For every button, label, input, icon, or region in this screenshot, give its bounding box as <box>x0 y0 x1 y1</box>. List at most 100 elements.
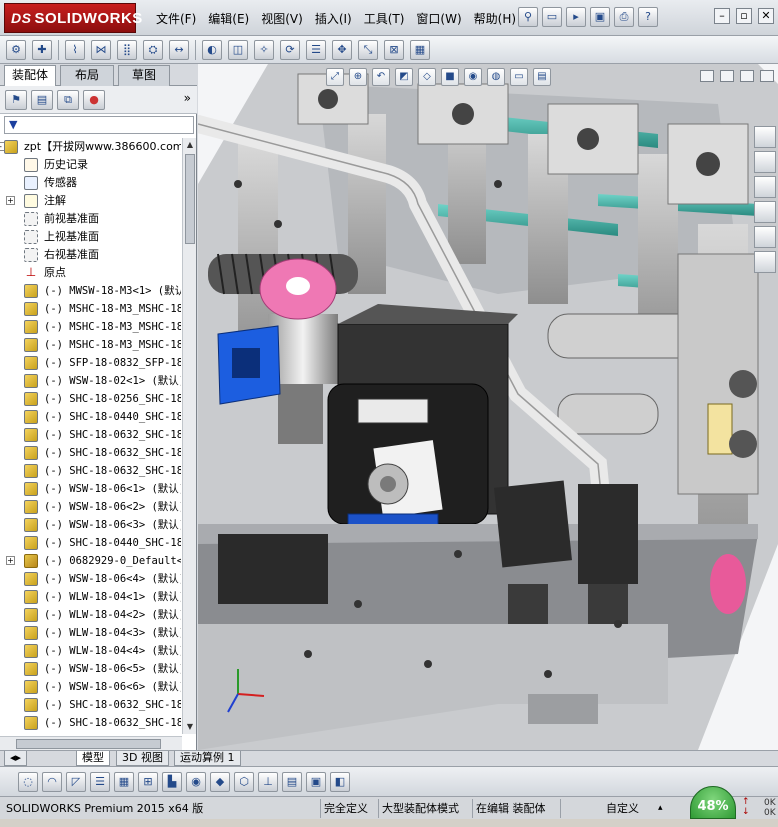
tree-item[interactable]: (-) SFP-18-0832_SFP-18- <box>0 354 181 372</box>
design-library-icon[interactable] <box>754 151 776 173</box>
large-assembly-mode-status[interactable]: 大型装配体模式 <box>382 800 459 817</box>
reference-geometry-icon[interactable]: ✧ <box>254 39 274 60</box>
tree-item[interactable]: (-) WSW-18-06<3> (默认) <box>0 516 181 534</box>
tree-item[interactable]: (-) MSHC-18-M3_MSHC-18- <box>0 300 181 318</box>
tab-model[interactable]: 模型 <box>76 751 110 766</box>
viewport-split-icon[interactable] <box>720 70 734 82</box>
scroll-thumb[interactable] <box>185 154 195 244</box>
close-icon[interactable]: ✕ <box>758 8 774 24</box>
tab-layout[interactable]: 布局 <box>60 65 114 86</box>
tree-item[interactable]: (-) MSHC-18-M3_MSHC-18- <box>0 336 181 354</box>
hide-show-items-icon[interactable]: ◉ <box>464 68 482 86</box>
fillet-icon[interactable]: ◠ <box>42 771 62 792</box>
tree-item[interactable]: (-) WSW-18-06<6> (默认) <box>0 678 181 696</box>
tree-item[interactable]: 前视基准面 <box>0 210 181 228</box>
chevron-up-icon[interactable]: ▴ <box>658 800 663 817</box>
align-icon[interactable]: ⊞ <box>138 771 158 792</box>
tree-vertical-scrollbar[interactable]: ▲ ▼ <box>182 138 196 734</box>
new-document-icon[interactable]: ▭ <box>542 7 562 27</box>
tree-item[interactable]: (-) SHC-18-0632_SHC-18- <box>0 444 181 462</box>
smart-fastener-icon[interactable]: ⛭ <box>143 39 163 60</box>
tree-item[interactable]: ⊥ 原点 <box>0 264 181 282</box>
tree-item[interactable]: (-) SHC-18-0440_SHC-18- <box>0 408 181 426</box>
table-icon[interactable]: ▤ <box>282 771 302 792</box>
tab-motion-study-1[interactable]: 运动算例 1 <box>174 751 241 766</box>
units-custom-selector[interactable]: 自定义 <box>606 800 639 817</box>
menu-file[interactable]: 文件(F) <box>150 10 202 28</box>
tree-item[interactable]: 上视基准面 <box>0 228 181 246</box>
feature-tree-icon[interactable]: ⚑ <box>5 89 27 110</box>
chevron-right-icon[interactable]: » <box>184 91 191 105</box>
tree-item[interactable]: + 注解 <box>0 192 181 210</box>
tree-item[interactable]: 传感器 <box>0 174 181 192</box>
tab-assembly[interactable]: 装配体 <box>4 65 56 87</box>
axis-icon[interactable]: ⊥ <box>258 771 278 792</box>
tree-item[interactable]: (-) WSW-18-06<5> (默认) <box>0 660 181 678</box>
explode-line-icon[interactable]: ⤡ <box>358 39 378 60</box>
tree-item[interactable]: (-) WSW-18-06<4> (默认) <box>0 570 181 588</box>
menu-list-icon[interactable]: ☰ <box>90 771 110 792</box>
menu-help[interactable]: 帮助(H) <box>468 10 522 28</box>
tree-item[interactable]: (-) MWSW-18-M3<1> (默认 <box>0 282 181 300</box>
solidworks-logo[interactable]: DS SOLIDWORKS <box>4 3 142 33</box>
scroll-up-icon[interactable]: ▲ <box>184 139 196 151</box>
view-orientation-icon[interactable]: ◇ <box>418 68 436 86</box>
zoom-area-icon[interactable]: ⊕ <box>349 68 367 86</box>
color-icon[interactable]: ◉ <box>186 771 206 792</box>
tree-item[interactable]: (-) SHC-18-0440_SHC-18- <box>0 534 181 552</box>
print-icon[interactable]: ⎙ <box>614 7 634 27</box>
mate-icon[interactable]: ⋈ <box>91 39 111 60</box>
tree-item[interactable]: (-) MSHC-18-M3_MSHC-18- <box>0 318 181 336</box>
tree-item[interactable]: (-) WSW-18-02<1> (默认) <box>0 372 181 390</box>
tree-item[interactable]: (-) SHC-18-0632_SHC-18- <box>0 714 181 732</box>
chart-icon[interactable]: ▙ <box>162 771 182 792</box>
display-style-icon[interactable]: ■ <box>441 68 459 86</box>
viewport-split-icon[interactable] <box>700 70 714 82</box>
grid-icon[interactable]: ▦ <box>114 771 134 792</box>
tree-item[interactable]: (-) WLW-18-04<1> (默认) <box>0 588 181 606</box>
edit-appearance-icon[interactable]: ◍ <box>487 68 505 86</box>
tree-item[interactable]: (-) SHC-18-0632_SHC-18- <box>0 696 181 714</box>
graphics-area[interactable]: ⤢ ⊕ ↶ ◩ ◇ ■ ◉ ◍ ▭ ▤ <box>198 64 778 750</box>
tree-horizontal-scrollbar[interactable] <box>0 736 182 750</box>
pin-icon[interactable]: ⚲ <box>518 7 538 27</box>
isometric-icon[interactable]: ⬡ <box>234 771 254 792</box>
rebuild-icon[interactable]: ⚙ <box>6 39 26 60</box>
linear-pattern-icon[interactable]: ⣿ <box>117 39 137 60</box>
configuration-manager-icon[interactable]: ⧉ <box>57 89 79 110</box>
menu-insert[interactable]: 插入(I) <box>309 10 358 28</box>
instant3d-icon[interactable]: ▦ <box>410 39 430 60</box>
tree-item[interactable]: (-) SHC-18-0632_SHC-18- <box>0 462 181 480</box>
file-explorer-icon[interactable] <box>754 176 776 198</box>
section-view-icon[interactable]: ◩ <box>395 68 413 86</box>
cube-icon[interactable]: ◆ <box>210 771 230 792</box>
restore-icon[interactable]: ▫ <box>736 8 752 24</box>
menu-view[interactable]: 视图(V) <box>255 10 309 28</box>
expand-icon[interactable]: + <box>6 196 15 205</box>
tab-3d-view[interactable]: 3D 视图 <box>116 751 169 766</box>
scroll-down-icon[interactable]: ▼ <box>184 721 196 733</box>
insert-component-icon[interactable]: ✚ <box>32 39 52 60</box>
feature-filter[interactable]: ▼ <box>4 116 194 134</box>
expand-icon[interactable]: + <box>6 556 15 565</box>
nav-arrows-icon[interactable]: ◂▸ <box>4 751 28 766</box>
tree-item[interactable]: + (-) 0682929-0_Default<1 <box>0 552 181 570</box>
tree-item[interactable]: 历史记录 <box>0 156 181 174</box>
exploded-view-icon[interactable]: ✥ <box>332 39 352 60</box>
save-icon[interactable]: ▣ <box>590 7 610 27</box>
viewport-restore-icon[interactable] <box>740 70 754 82</box>
view-settings-icon[interactable]: ▤ <box>533 68 551 86</box>
interference-detection-icon[interactable]: ⊠ <box>384 39 404 60</box>
assembly-features-icon[interactable]: ◫ <box>228 39 248 60</box>
custom-properties-icon[interactable] <box>754 251 776 273</box>
bill-of-materials-icon[interactable]: ☰ <box>306 39 326 60</box>
tree-item[interactable]: (-) SHC-18-0256_SHC-18- <box>0 390 181 408</box>
menu-edit[interactable]: 编辑(E) <box>202 10 255 28</box>
menu-tools[interactable]: 工具(T) <box>358 10 411 28</box>
chamfer-icon[interactable]: ◸ <box>66 771 86 792</box>
previous-view-icon[interactable]: ↶ <box>372 68 390 86</box>
property-manager-icon[interactable]: ▤ <box>31 89 53 110</box>
tree-item[interactable]: (-) SHC-18-0632_SHC-18- <box>0 426 181 444</box>
apply-scene-icon[interactable]: ▭ <box>510 68 528 86</box>
save-bottom-icon[interactable]: ▣ <box>306 771 326 792</box>
